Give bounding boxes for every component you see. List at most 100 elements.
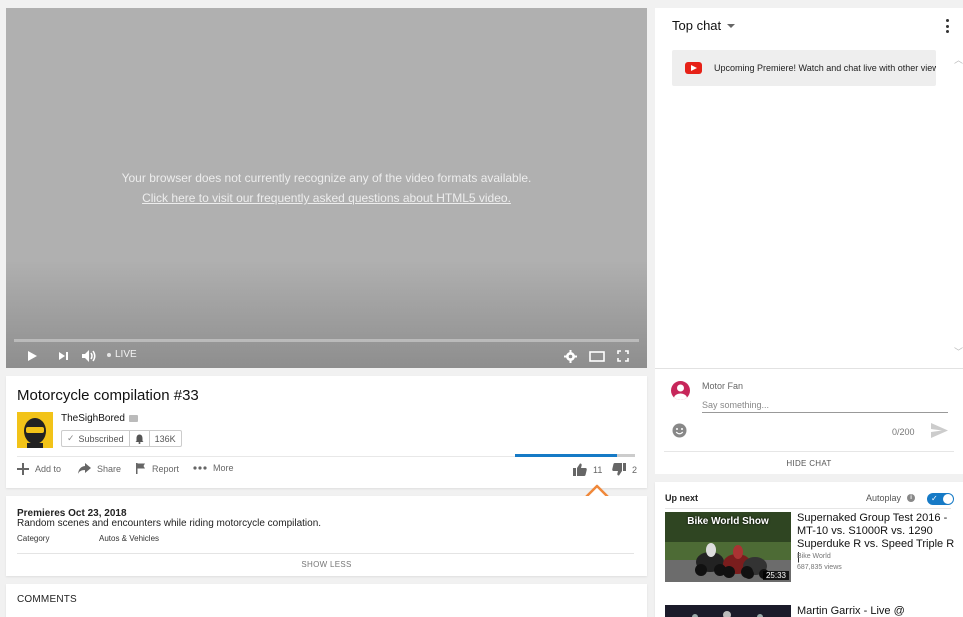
caret-down-icon xyxy=(727,23,736,28)
report-label: Report xyxy=(152,463,180,474)
chat-message-input[interactable] xyxy=(702,398,948,413)
autoplay-label-group: Autoplay i xyxy=(866,493,916,503)
report-button[interactable]: Report xyxy=(136,463,179,474)
thumbnail-title: Bike World Show xyxy=(687,516,769,527)
up-next-panel: Up next Autoplay i ✓ Bike World Show 25:… xyxy=(655,482,963,617)
divider xyxy=(664,451,954,452)
dislike-button[interactable]: 2 xyxy=(612,463,637,476)
scroll-down-icon[interactable]: ﹀ xyxy=(954,348,963,357)
next-icon xyxy=(59,352,68,360)
more-label: More xyxy=(213,463,234,473)
channel-name[interactable]: TheSighBored xyxy=(61,413,138,424)
player-error-text: Your browser does not currently recogniz… xyxy=(121,171,532,185)
description-card: Premieres Oct 23, 2018 Random scenes and… xyxy=(6,496,647,576)
thumbs-up-icon xyxy=(573,463,587,476)
category-label: Category xyxy=(17,534,50,543)
hide-chat-button[interactable]: HIDE CHAT xyxy=(655,459,963,468)
user-name: Motor Fan xyxy=(702,381,744,391)
theater-icon xyxy=(589,350,605,362)
scroll-up-icon[interactable]: ︿ xyxy=(954,56,963,65)
chat-header: Top chat xyxy=(655,8,963,42)
video-duration: 25:33 xyxy=(762,571,789,580)
fullscreen-button[interactable] xyxy=(615,344,631,368)
video-player[interactable]: Your browser does not currently recogniz… xyxy=(6,8,647,368)
like-ratio-bar xyxy=(515,454,635,457)
emoji-icon[interactable] xyxy=(672,423,687,438)
send-icon[interactable] xyxy=(931,423,948,438)
helmet-icon xyxy=(24,418,46,448)
bell-icon xyxy=(135,434,144,444)
live-chat-panel: Top chat Upcoming Premiere! Watch and ch… xyxy=(655,8,963,474)
user-avatar xyxy=(671,381,690,400)
add-to-label: Add to xyxy=(35,464,62,474)
video-title[interactable]: Martin Garrix - Live @ xyxy=(797,605,905,617)
fullscreen-icon xyxy=(617,350,629,362)
like-ratio-fill xyxy=(515,454,617,457)
subscriber-count: 136K xyxy=(154,433,176,444)
up-next-label: Up next xyxy=(665,493,699,503)
email-icon xyxy=(128,415,138,422)
subscribe-group: ✓ Subscribed 136K xyxy=(61,430,182,447)
channel-avatar[interactable] xyxy=(17,412,53,448)
html5-faq-link[interactable]: Click here to visit our frequently asked… xyxy=(6,191,647,205)
like-button[interactable]: 11 xyxy=(573,463,602,476)
live-label: LIVE xyxy=(115,349,137,360)
premiere-banner: Upcoming Premiere! Watch and chat live w… xyxy=(672,50,936,86)
share-icon xyxy=(78,463,91,474)
dislike-count: 2 xyxy=(632,464,638,475)
play-icon xyxy=(28,351,37,361)
next-button[interactable] xyxy=(55,344,71,368)
player-error-message: Your browser does not currently recogniz… xyxy=(6,171,647,205)
more-dots-icon xyxy=(193,466,207,470)
autoplay-label: Autoplay xyxy=(866,493,902,503)
play-button[interactable] xyxy=(24,344,40,368)
description-text: Random scenes and encounters while ridin… xyxy=(17,518,322,529)
live-dot-icon xyxy=(107,352,111,357)
divider xyxy=(17,553,634,554)
video-title: Motorcycle compilation #33 xyxy=(17,387,199,404)
category-value[interactable]: Autos & Vehicles xyxy=(99,534,159,543)
char-counter: 0/200 xyxy=(892,427,915,437)
chat-mode-label: Top chat xyxy=(672,18,722,33)
settings-icon xyxy=(563,349,577,363)
flag-icon xyxy=(136,463,145,474)
video-info-card: Motorcycle compilation #33 TheSighBored … xyxy=(6,376,647,488)
divider xyxy=(665,508,951,509)
concert-thumbnail-image xyxy=(665,605,791,617)
subscribed-label: Subscribed xyxy=(78,433,124,444)
settings-button[interactable] xyxy=(562,344,578,368)
chat-mode-dropdown[interactable]: Top chat xyxy=(672,18,736,33)
user-icon xyxy=(674,384,687,400)
notification-bell-button[interactable] xyxy=(130,431,150,446)
check-icon: ✓ xyxy=(67,433,75,443)
divider xyxy=(655,368,963,369)
volume-icon xyxy=(82,350,96,362)
show-less-button[interactable]: SHOW LESS xyxy=(6,560,647,569)
player-controls: LIVE xyxy=(6,344,647,368)
volume-button[interactable] xyxy=(80,344,98,368)
comments-card: COMMENTS xyxy=(6,584,647,617)
share-label: Share xyxy=(97,463,122,474)
more-button[interactable]: More xyxy=(193,463,234,473)
info-icon[interactable]: i xyxy=(907,494,916,502)
progress-bar[interactable] xyxy=(14,339,639,342)
thumbs-down-icon xyxy=(612,463,626,476)
kebab-menu-icon[interactable] xyxy=(945,19,949,33)
video-thumbnail[interactable] xyxy=(665,605,791,617)
theater-mode-button[interactable] xyxy=(588,344,606,368)
live-indicator: LIVE xyxy=(107,349,137,360)
channel-name-text[interactable]: TheSighBored xyxy=(61,413,125,424)
check-icon: ✓ xyxy=(931,494,938,503)
subscribed-button[interactable]: ✓ Subscribed xyxy=(62,431,130,446)
video-channel[interactable]: Bike World xyxy=(797,553,831,560)
comments-header: COMMENTS xyxy=(17,594,77,605)
video-thumbnail[interactable]: Bike World Show 25:33 xyxy=(665,512,791,582)
like-count: 11 xyxy=(593,464,603,475)
premiere-banner-text: Upcoming Premiere! Watch and chat live w… xyxy=(714,63,936,73)
plus-icon xyxy=(17,463,29,475)
autoplay-toggle[interactable]: ✓ xyxy=(927,493,954,505)
toggle-knob xyxy=(943,494,953,504)
share-button[interactable]: Share xyxy=(78,463,121,474)
add-to-button[interactable]: Add to xyxy=(17,463,61,475)
youtube-logo-icon xyxy=(685,62,702,74)
